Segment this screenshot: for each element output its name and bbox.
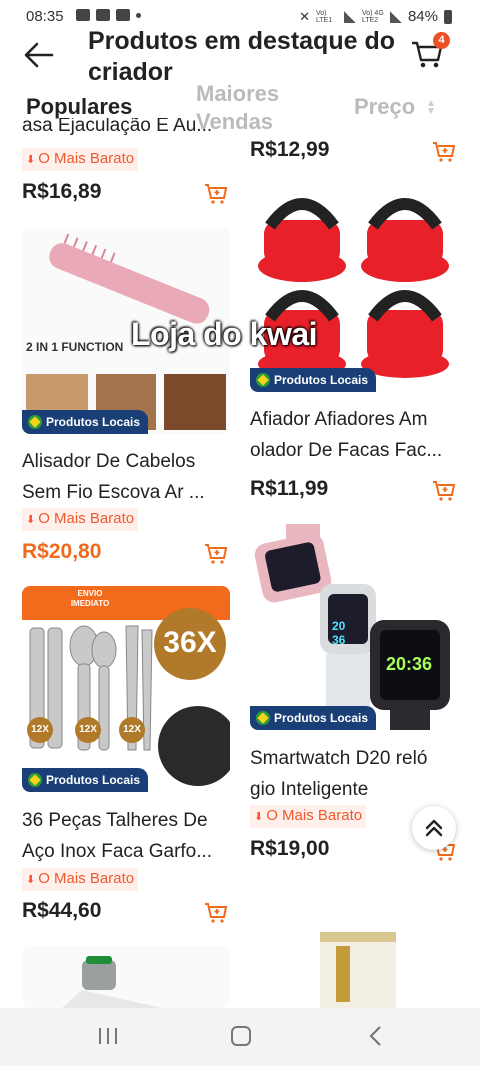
- product-image-cutlery-set[interactable]: ENVIO IMEDIATO 36X 12X 12X 12X Produtos …: [22, 586, 230, 792]
- brazil-flag-icon: [256, 373, 270, 387]
- status-time: 08:35: [26, 8, 64, 25]
- cheapest-badge: ⬇ O Mais Barato: [22, 508, 139, 531]
- tab-price[interactable]: Preço: [354, 94, 415, 120]
- product-image-smartwatch[interactable]: 20 36 20:36 Produtos Locais: [250, 524, 458, 730]
- brazil-flag-icon: [28, 773, 42, 787]
- back-arrow-icon[interactable]: [22, 38, 56, 72]
- cheapest-label: O Mais Barato: [38, 510, 135, 527]
- knife-sharpener-picture: [250, 186, 458, 392]
- more-dot-icon: [136, 13, 141, 18]
- product-name-line1[interactable]: Smartwatch D20 reló: [250, 743, 460, 774]
- local-label: Produtos Locais: [274, 711, 369, 725]
- down-arrow-icon: ⬇: [26, 514, 36, 526]
- product-price: R$20,80: [22, 540, 102, 563]
- voicemail-icon-2: [116, 9, 130, 21]
- cheapest-badge: ⬇ O Mais Barato: [22, 148, 139, 171]
- product-name-line1[interactable]: Alisador De Cabelos: [22, 446, 232, 477]
- battery-text: 84%: [407, 8, 438, 25]
- product-price: R$12,99: [250, 138, 330, 161]
- image-qty-text: 12X: [79, 724, 97, 735]
- home-icon[interactable]: [229, 1024, 253, 1048]
- recents-icon[interactable]: [96, 1024, 120, 1048]
- cheapest-badge: ⬇ O Mais Barato: [250, 805, 367, 828]
- product-price: R$44,60: [22, 899, 102, 922]
- video-icon: [76, 9, 90, 21]
- system-navigation-bar: [0, 1008, 480, 1066]
- product-name-line2[interactable]: gio Inteligente: [250, 774, 460, 805]
- add-to-cart-icon[interactable]: [432, 141, 456, 163]
- image-qty-text: 12X: [31, 724, 49, 735]
- status-right: ✕ Vo) LTE1 Vo) 4G LTE2 84%: [299, 8, 452, 25]
- local-products-badge: Produtos Locais: [22, 410, 149, 434]
- page-title: Produtos em destaque do criador: [88, 27, 395, 86]
- watch-time-small: 20 36: [332, 619, 346, 647]
- back-nav-icon[interactable]: [364, 1024, 388, 1048]
- battery-icon: [444, 9, 452, 24]
- down-arrow-icon: ⬇: [26, 874, 36, 886]
- down-arrow-icon: ⬇: [26, 154, 36, 166]
- cart-badge: 4: [433, 32, 450, 49]
- down-arrow-icon: ⬇: [254, 811, 264, 823]
- product-name-line1[interactable]: Afiador Afiadores Am: [250, 404, 460, 435]
- product-price: R$11,99: [250, 477, 329, 500]
- signal-icon-2: [389, 10, 402, 23]
- local-label: Produtos Locais: [46, 773, 141, 787]
- mute-icon: ✕: [299, 8, 310, 24]
- scroll-to-top-button[interactable]: [412, 806, 456, 850]
- sort-arrow-icon[interactable]: ▲ ▼: [426, 99, 436, 117]
- add-to-cart-icon[interactable]: [204, 902, 228, 924]
- tube-picture: [320, 932, 396, 1008]
- add-to-cart-icon[interactable]: [204, 183, 228, 205]
- image-qty-text: 12X: [123, 724, 141, 735]
- watch-time-text: 20:36: [386, 654, 433, 674]
- brazil-flag-icon: [256, 711, 270, 725]
- cutlery-set-picture: [22, 586, 230, 792]
- net2-label: Vo) 4G LTE2: [361, 9, 384, 24]
- product-name-line2[interactable]: olador De Facas Fac...: [250, 435, 460, 466]
- smartwatch-picture: [250, 524, 458, 730]
- local-products-badge: Produtos Locais: [250, 706, 377, 730]
- image-caption: 2 IN 1 FUNCTION: [26, 340, 124, 354]
- add-to-cart-icon[interactable]: [204, 543, 228, 565]
- product-image-bulb[interactable]: [22, 946, 230, 1008]
- local-label: Produtos Locais: [46, 415, 141, 429]
- local-label: Produtos Locais: [274, 373, 369, 387]
- cheapest-label: O Mais Barato: [38, 150, 135, 167]
- net1-label: Vo) LTE1: [315, 9, 333, 24]
- product-name[interactable]: asa Ejaculação E Au...: [22, 118, 232, 142]
- local-products-badge: Produtos Locais: [250, 368, 377, 392]
- product-image-tube[interactable]: [250, 884, 458, 1008]
- signal-icon-1: [343, 10, 356, 23]
- notification-icons: [76, 9, 141, 21]
- cheapest-badge: ⬇ O Mais Barato: [22, 868, 139, 891]
- local-products-badge: Produtos Locais: [22, 768, 149, 792]
- product-price: R$16,89: [22, 180, 102, 203]
- bulb-picture: [62, 956, 162, 1008]
- product-name-text: asa Ejaculação E Au...: [22, 118, 213, 136]
- cheapest-label: O Mais Barato: [38, 870, 135, 887]
- scroll-to-top-icon: [425, 819, 443, 837]
- product-price: R$19,00: [250, 837, 330, 860]
- brazil-flag-icon: [28, 415, 42, 429]
- image-big-text: 36X: [163, 626, 217, 659]
- add-to-cart-icon[interactable]: [432, 480, 456, 502]
- image-tag-text: ENVIO IMEDIATO: [70, 589, 110, 608]
- voicemail-icon: [96, 9, 110, 21]
- cheapest-label: O Mais Barato: [266, 807, 363, 824]
- watermark-text: Loja do kwai: [131, 316, 318, 352]
- product-name-line2[interactable]: Sem Fio Escova Ar ...: [22, 477, 232, 508]
- product-name-line1[interactable]: 36 Peças Talheres De: [22, 805, 232, 836]
- product-name-line2[interactable]: Aço Inox Faca Garfo...: [22, 836, 232, 867]
- product-image-knife-sharpener[interactable]: Produtos Locais: [250, 186, 458, 392]
- tab-popular[interactable]: Populares: [26, 94, 132, 120]
